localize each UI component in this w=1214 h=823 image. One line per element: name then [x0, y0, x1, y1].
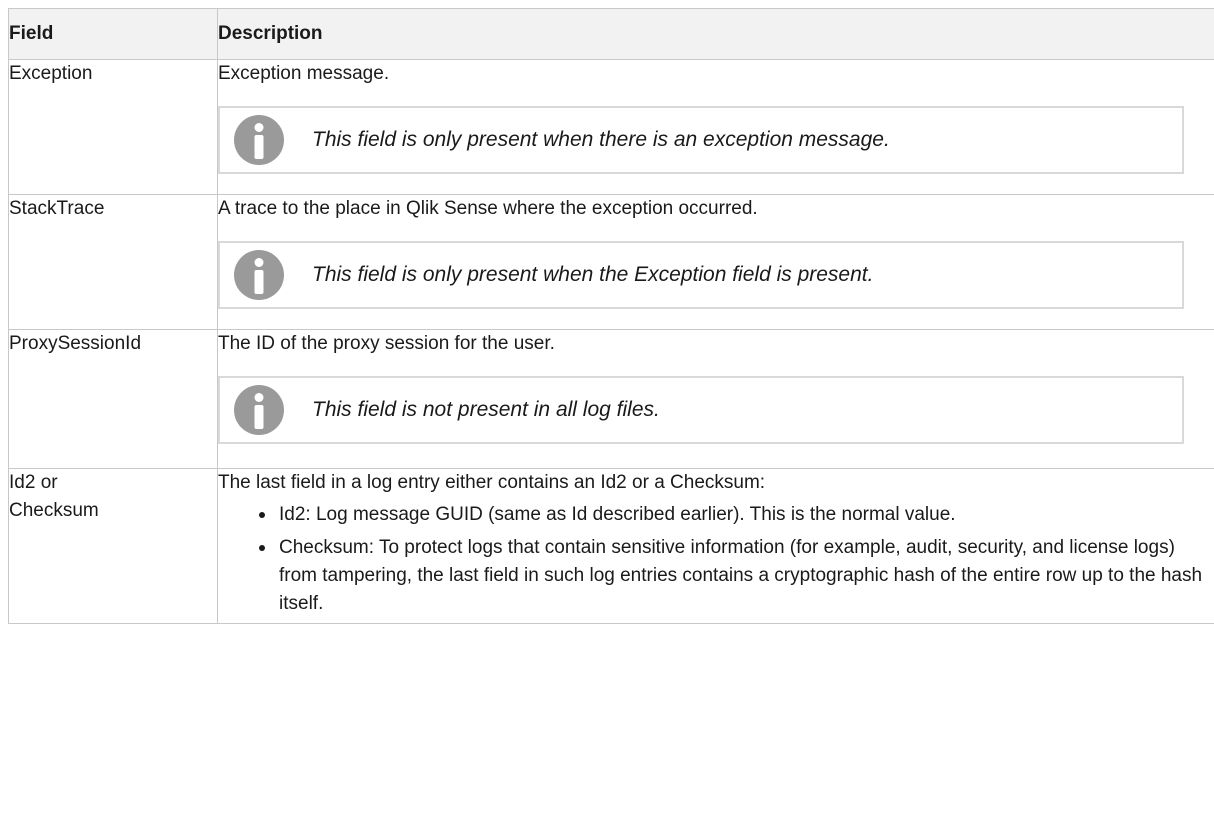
- list-item: Checksum: To protect logs that contain s…: [259, 534, 1214, 618]
- description-cell: The ID of the proxy session for the user…: [217, 329, 1214, 469]
- note-box: This field is not present in all log fil…: [218, 376, 1184, 444]
- info-icon: [234, 115, 284, 165]
- table-row: Id2 or Checksum The last field in a log …: [8, 468, 1214, 624]
- field-name-line2: Checksum: [9, 500, 99, 521]
- note-box: This field is only present when there is…: [218, 106, 1184, 174]
- description-text: The last field in a log entry either con…: [218, 472, 766, 493]
- field-cell: Id2 or Checksum: [8, 468, 218, 624]
- info-icon: [234, 250, 284, 300]
- description-text: Exception message.: [218, 63, 390, 84]
- description-cell: A trace to the place in Qlik Sense where…: [217, 194, 1214, 330]
- note-text: This field is only present when the Exce…: [312, 263, 874, 286]
- table-row: StackTrace A trace to the place in Qlik …: [8, 194, 1214, 330]
- list-item-text: Id2: Log message GUID (same as Id descri…: [279, 504, 956, 525]
- table-header-row: Field Description: [8, 8, 1214, 60]
- bullet-icon: [259, 512, 265, 518]
- field-name: Exception: [9, 63, 93, 84]
- table-row: Exception Exception message. This field …: [8, 59, 1214, 195]
- note-text: This field is not present in all log fil…: [312, 398, 660, 421]
- field-description-table: Field Description Exception Exception me…: [8, 8, 1214, 624]
- field-name: ProxySessionId: [9, 333, 142, 354]
- description-cell: The last field in a log entry either con…: [217, 468, 1214, 624]
- field-name-line1: Id2 or: [9, 472, 58, 493]
- column-header-description: Description: [217, 8, 1214, 60]
- note-text: This field is only present when there is…: [312, 128, 890, 151]
- field-name: StackTrace: [9, 198, 105, 219]
- note-box: This field is only present when the Exce…: [218, 241, 1184, 309]
- bullet-list: Id2: Log message GUID (same as Id descri…: [218, 501, 1214, 618]
- description-cell: Exception message. This field is only pr…: [217, 59, 1214, 195]
- field-cell: ProxySessionId: [8, 329, 218, 469]
- description-text: The ID of the proxy session for the user…: [218, 333, 555, 354]
- description-text: A trace to the place in Qlik Sense where…: [218, 198, 758, 219]
- list-item: Id2: Log message GUID (same as Id descri…: [259, 501, 1214, 529]
- column-header-field: Field: [8, 8, 218, 60]
- bullet-icon: [259, 545, 265, 551]
- field-cell: Exception: [8, 59, 218, 195]
- list-item-text: Checksum: To protect logs that contain s…: [279, 537, 1203, 614]
- info-icon: [234, 385, 284, 435]
- field-cell: StackTrace: [8, 194, 218, 330]
- table-row: ProxySessionId The ID of the proxy sessi…: [8, 329, 1214, 469]
